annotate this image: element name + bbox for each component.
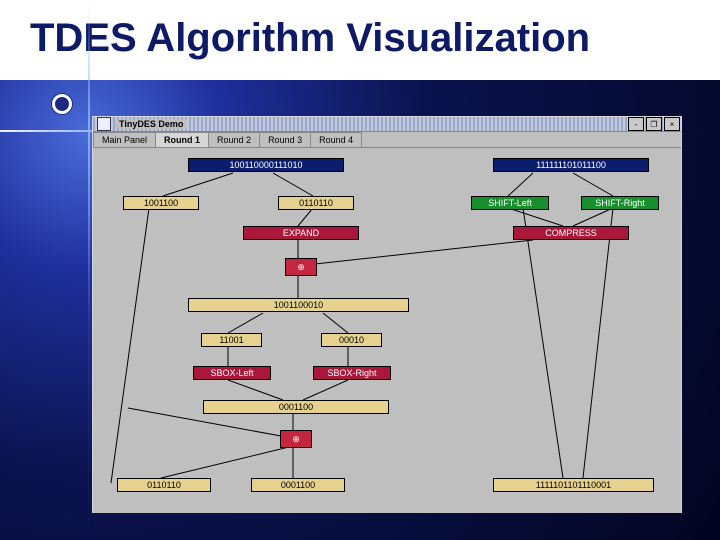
- node-shift-left: SHIFT-Left: [471, 196, 549, 210]
- window-titlebar: TinyDES Demo ‐ ❐ ×: [93, 117, 681, 132]
- node-left-half: 1001100: [123, 196, 199, 210]
- node-next-key: 1111101101110001: [493, 478, 654, 492]
- node-sbox-in-right: 00010: [321, 333, 382, 347]
- close-button[interactable]: ×: [664, 117, 680, 131]
- node-xor1-out: 1001100010: [188, 298, 409, 312]
- node-xor-2: ⊕: [280, 430, 312, 448]
- node-sbox-out: 0001100: [203, 400, 389, 414]
- tab-round-1[interactable]: Round 1: [155, 132, 209, 147]
- node-expand: EXPAND: [243, 226, 359, 240]
- node-key-bits: 111111101011100: [493, 158, 649, 172]
- node-out-left: 0110110: [117, 478, 211, 492]
- tab-bar: Main Panel Round 1 Round 2 Round 3 Round…: [93, 132, 681, 148]
- maximize-button[interactable]: ❐: [646, 117, 662, 131]
- tab-main-panel[interactable]: Main Panel: [93, 132, 156, 147]
- node-sbox-left: SBOX-Left: [193, 366, 271, 380]
- bullet-decoration: [52, 94, 72, 114]
- node-sbox-in-left: 11001: [201, 333, 262, 347]
- node-xor-1: ⊕: [285, 258, 317, 276]
- node-right-half: 0110110: [278, 196, 354, 210]
- window-icon: [97, 117, 111, 131]
- round-canvas: 100110000111010 111111101011100 1001100 …: [93, 148, 681, 513]
- window-title: TinyDES Demo: [115, 119, 187, 129]
- demo-window: TinyDES Demo ‐ ❐ × Main Panel Round 1 Ro…: [92, 116, 682, 513]
- node-out-right: 0001100: [251, 478, 345, 492]
- page-title: TDES Algorithm Visualization: [20, 12, 600, 67]
- node-shift-right: SHIFT-Right: [581, 196, 659, 210]
- tab-round-3[interactable]: Round 3: [259, 132, 311, 147]
- node-compress: COMPRESS: [513, 226, 629, 240]
- tab-round-4[interactable]: Round 4: [310, 132, 362, 147]
- minimize-button[interactable]: ‐: [628, 117, 644, 131]
- node-input-bits: 100110000111010: [188, 158, 344, 172]
- node-sbox-right: SBOX-Right: [313, 366, 391, 380]
- tab-round-2[interactable]: Round 2: [208, 132, 260, 147]
